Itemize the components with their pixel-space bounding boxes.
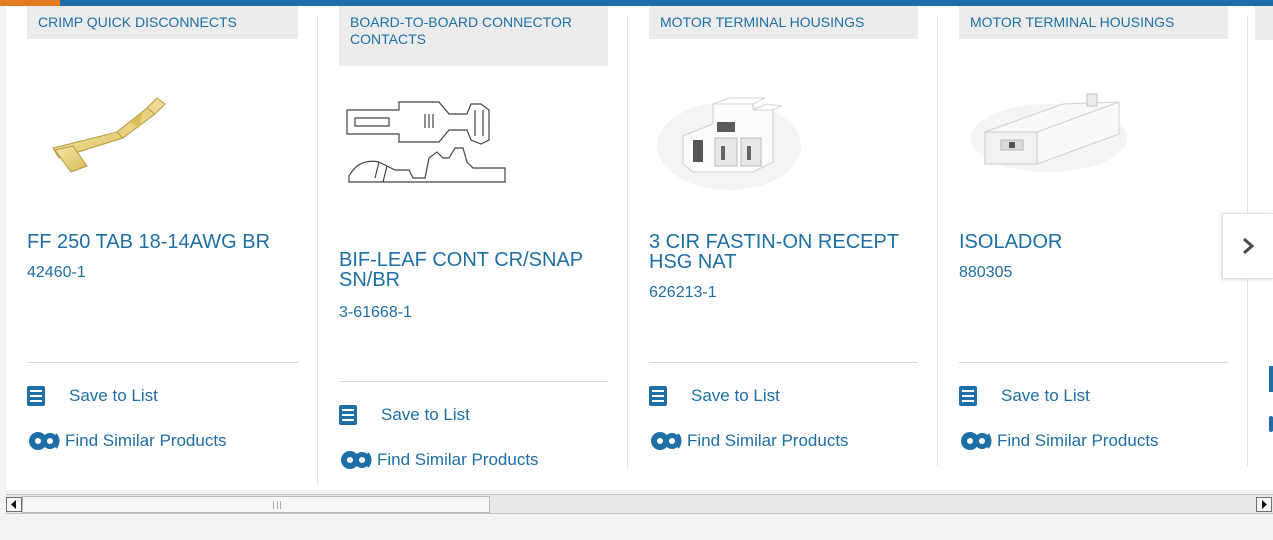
- part-number[interactable]: 3-61668-1: [339, 304, 412, 322]
- find-similar-button[interactable]: Find Similar Products: [27, 430, 227, 452]
- gears-icon: [651, 432, 682, 450]
- product-carousel: CRIMP QUICK DISCONNECTS FF 250 TAB 18-14…: [6, 6, 1273, 490]
- checklist-icon: [339, 405, 357, 425]
- category-tag[interactable]: BOARD-TO-BOARD CONNECTOR CONTACTS: [339, 6, 608, 66]
- product-title[interactable]: 3 CIR FASTIN-ON RECEPT HSG NAT: [649, 232, 918, 272]
- gears-icon: [1269, 416, 1273, 432]
- product-title[interactable]: BIF-LEAF CONT CR/SNAP SN/BR: [339, 250, 608, 290]
- part-number[interactable]: 880305: [959, 264, 1012, 282]
- carousel-next-button[interactable]: [1222, 213, 1273, 279]
- chevron-right-icon: [1243, 237, 1255, 255]
- save-to-list-button[interactable]: Save to List: [649, 386, 780, 406]
- find-similar-label: Find Similar Products: [65, 431, 227, 450]
- save-to-list-label: Save to List: [381, 405, 470, 424]
- card-separator: [317, 16, 318, 486]
- gears-icon: [961, 432, 992, 450]
- checklist-icon: [1269, 366, 1273, 392]
- gears-icon: [29, 432, 60, 450]
- card-divider: [959, 362, 1228, 363]
- card-divider: [27, 362, 298, 363]
- scroll-left-button[interactable]: [6, 497, 22, 512]
- product-image[interactable]: [339, 96, 509, 196]
- save-to-list-label: Save to List: [69, 386, 158, 405]
- product-title[interactable]: ISOLADOR: [959, 232, 1228, 252]
- part-number[interactable]: 42460-1: [27, 264, 86, 282]
- card-divider: [649, 362, 918, 363]
- product-image[interactable]: [959, 66, 1129, 176]
- product-card: MOTOR TERMINAL HOUSINGS ISOLADOR 880305 …: [959, 6, 1228, 490]
- product-image[interactable]: [47, 88, 177, 178]
- find-similar-label: Find Similar Products: [687, 431, 849, 450]
- product-card: MOTOR TERMINAL HOUSINGS 3 CIR FASTIN-ON …: [649, 6, 918, 490]
- save-to-list-button[interactable]: Save to List: [27, 386, 158, 406]
- category-tag[interactable]: MOTOR TERMINAL HOUSINGS: [649, 6, 918, 39]
- part-number[interactable]: 626213-1: [649, 284, 717, 302]
- scrollbar-thumb[interactable]: [22, 496, 490, 513]
- scrollbar-grip: [273, 501, 281, 509]
- scroll-right-button[interactable]: [1256, 497, 1272, 512]
- find-similar-button[interactable]: Find Similar Products: [959, 430, 1159, 452]
- category-tag[interactable]: MOTOR TERMINAL HOUSINGS: [959, 6, 1228, 39]
- card-separator: [627, 16, 628, 468]
- product-card: CRIMP QUICK DISCONNECTS FF 250 TAB 18-14…: [27, 6, 298, 490]
- find-similar-label: Find Similar Products: [377, 450, 539, 469]
- card-separator: [937, 16, 938, 466]
- arrow-right-icon: [1262, 500, 1267, 509]
- find-similar-button[interactable]: Find Similar Products: [649, 430, 849, 452]
- gears-icon: [341, 451, 372, 469]
- product-title[interactable]: FF 250 TAB 18-14AWG BR: [27, 232, 298, 252]
- find-similar-button[interactable]: Find Similar Products: [339, 449, 539, 471]
- card-divider: [339, 381, 608, 382]
- save-to-list-label: Save to List: [691, 386, 780, 405]
- checklist-icon: [649, 386, 667, 406]
- product-image[interactable]: [649, 66, 819, 194]
- find-similar-label: Find Similar Products: [997, 431, 1159, 450]
- save-to-list-button[interactable]: Save to List: [339, 405, 470, 425]
- arrow-left-icon: [11, 500, 16, 509]
- horizontal-scrollbar[interactable]: [6, 494, 1273, 514]
- save-to-list-label: Save to List: [1001, 386, 1090, 405]
- category-tag[interactable]: CRIMP QUICK DISCONNECTS: [27, 6, 298, 39]
- checklist-icon: [959, 386, 977, 406]
- category-tag-peek: [1255, 6, 1273, 40]
- checklist-icon: [27, 386, 45, 406]
- save-to-list-button[interactable]: Save to List: [959, 386, 1090, 406]
- product-card: BOARD-TO-BOARD CONNECTOR CONTACTS BIF-LE…: [339, 6, 608, 490]
